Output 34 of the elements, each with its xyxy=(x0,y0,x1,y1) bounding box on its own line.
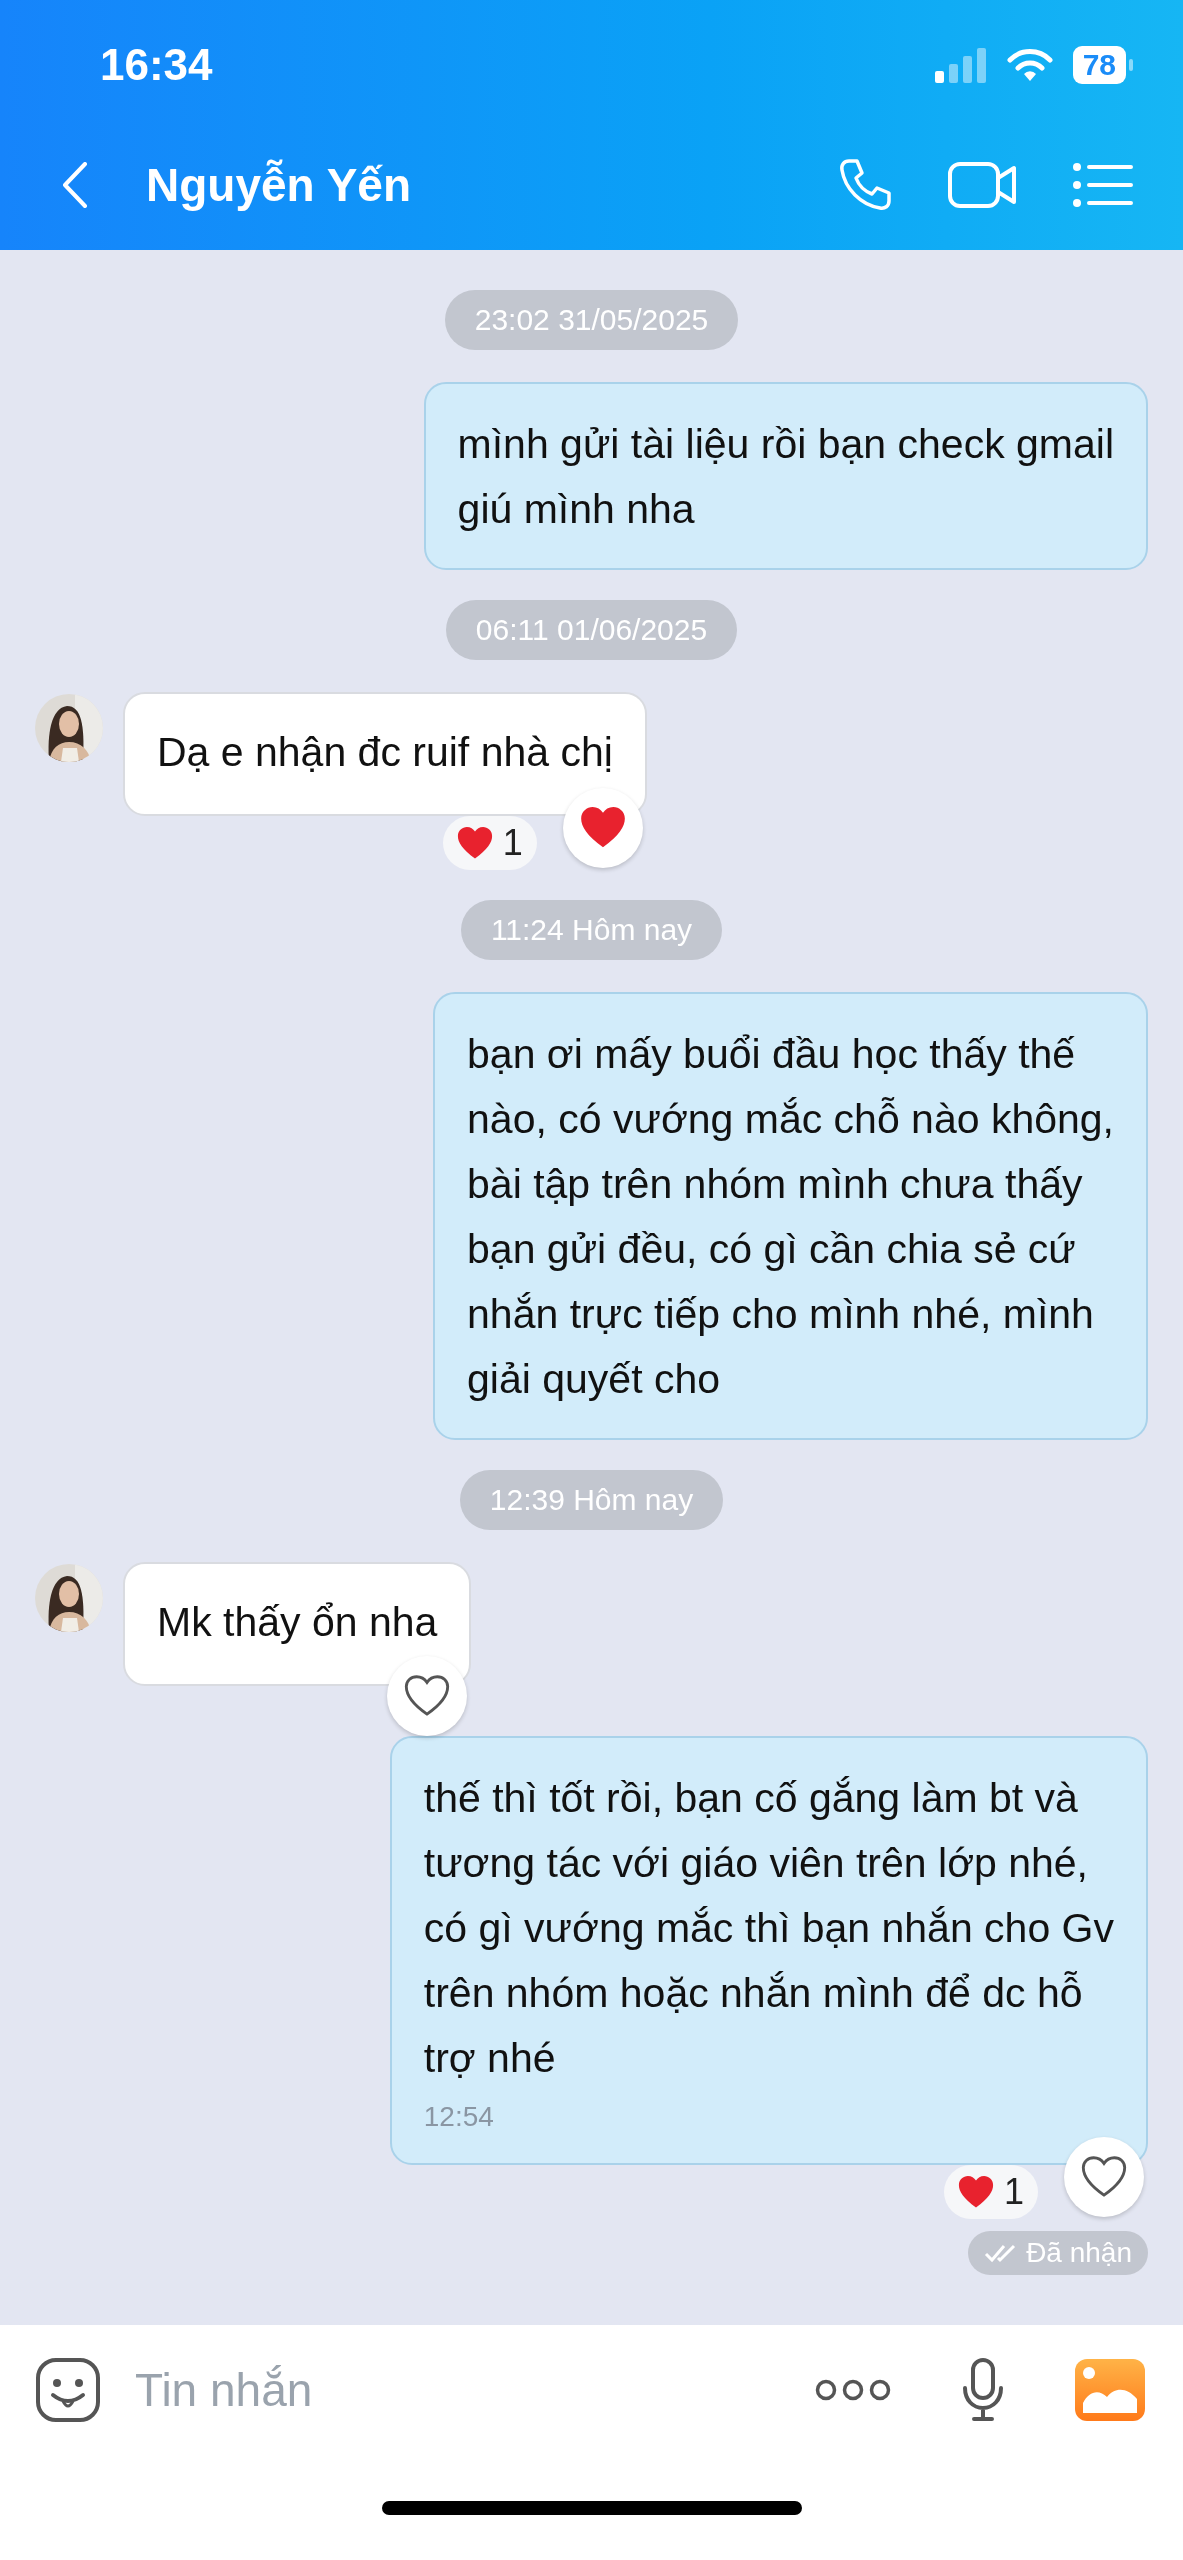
date-separator: 23:02 31/05/2025 xyxy=(444,290,739,350)
signal-icon xyxy=(934,47,987,83)
message-text: bạn ơi mấy buổi đầu học thấy thế nào, có vướng mắc chỗ nào không, bài tập trên nhóm mình chưa thấy bạn gửi đều, có gì cần chia sẻ cứ nhắn trực tiếp cho mình nhé, mình giải quyết cho xyxy=(467,1030,1114,1404)
reaction-count[interactable]: 1 xyxy=(943,2165,1038,2219)
message-text: mình gửi tài liệu rồi bạn check gmail giú mình nha xyxy=(457,420,1114,534)
heart-icon xyxy=(1081,2156,1127,2198)
received-message: Mk thấy ổn nha xyxy=(123,1562,472,1686)
video-call-icon[interactable] xyxy=(948,160,1018,210)
wifi-icon xyxy=(1006,48,1053,82)
date-separator: 06:11 01/06/2025 xyxy=(445,600,738,660)
message-input[interactable]: Tin nhắn xyxy=(133,2362,815,2418)
react-button[interactable] xyxy=(1064,2137,1144,2217)
gallery-icon[interactable] xyxy=(1075,2359,1145,2421)
react-button[interactable] xyxy=(387,1656,468,1736)
date-separator: 12:39 Hôm nay xyxy=(459,1470,724,1530)
message-text: thế thì tốt rồi, bạn cố gắng làm bt và tương tác với giáo viên trên lớp nhé, có gì vướng mắc thì bạn nhắn cho Gv trên nhóm hoặc nhắn mình để dc hỗ trợ nhé xyxy=(423,1774,1114,2083)
status-time: 16:34 xyxy=(100,39,214,90)
heart-icon xyxy=(579,807,626,849)
heart-icon xyxy=(456,826,493,860)
back-icon[interactable] xyxy=(62,162,88,208)
sticker-icon[interactable] xyxy=(35,2357,101,2423)
phone-icon[interactable] xyxy=(837,157,893,213)
message-time: 12:54 xyxy=(423,2100,495,2134)
more-icon[interactable] xyxy=(815,2379,891,2401)
menu-icon[interactable] xyxy=(1073,162,1133,208)
date-separator: 11:24 Hôm nay xyxy=(460,900,723,960)
received-message: Dạ e nhận đc ruif nhà chị xyxy=(123,692,647,816)
react-button[interactable] xyxy=(562,788,643,868)
heart-icon xyxy=(404,1675,451,1717)
delivery-status: Đã nhận xyxy=(968,2231,1148,2275)
microphone-icon[interactable] xyxy=(961,2358,1005,2422)
contact-name: Nguyễn Yến xyxy=(146,158,412,212)
reaction-count[interactable]: 1 xyxy=(442,816,537,870)
heart-icon xyxy=(957,2175,994,2209)
